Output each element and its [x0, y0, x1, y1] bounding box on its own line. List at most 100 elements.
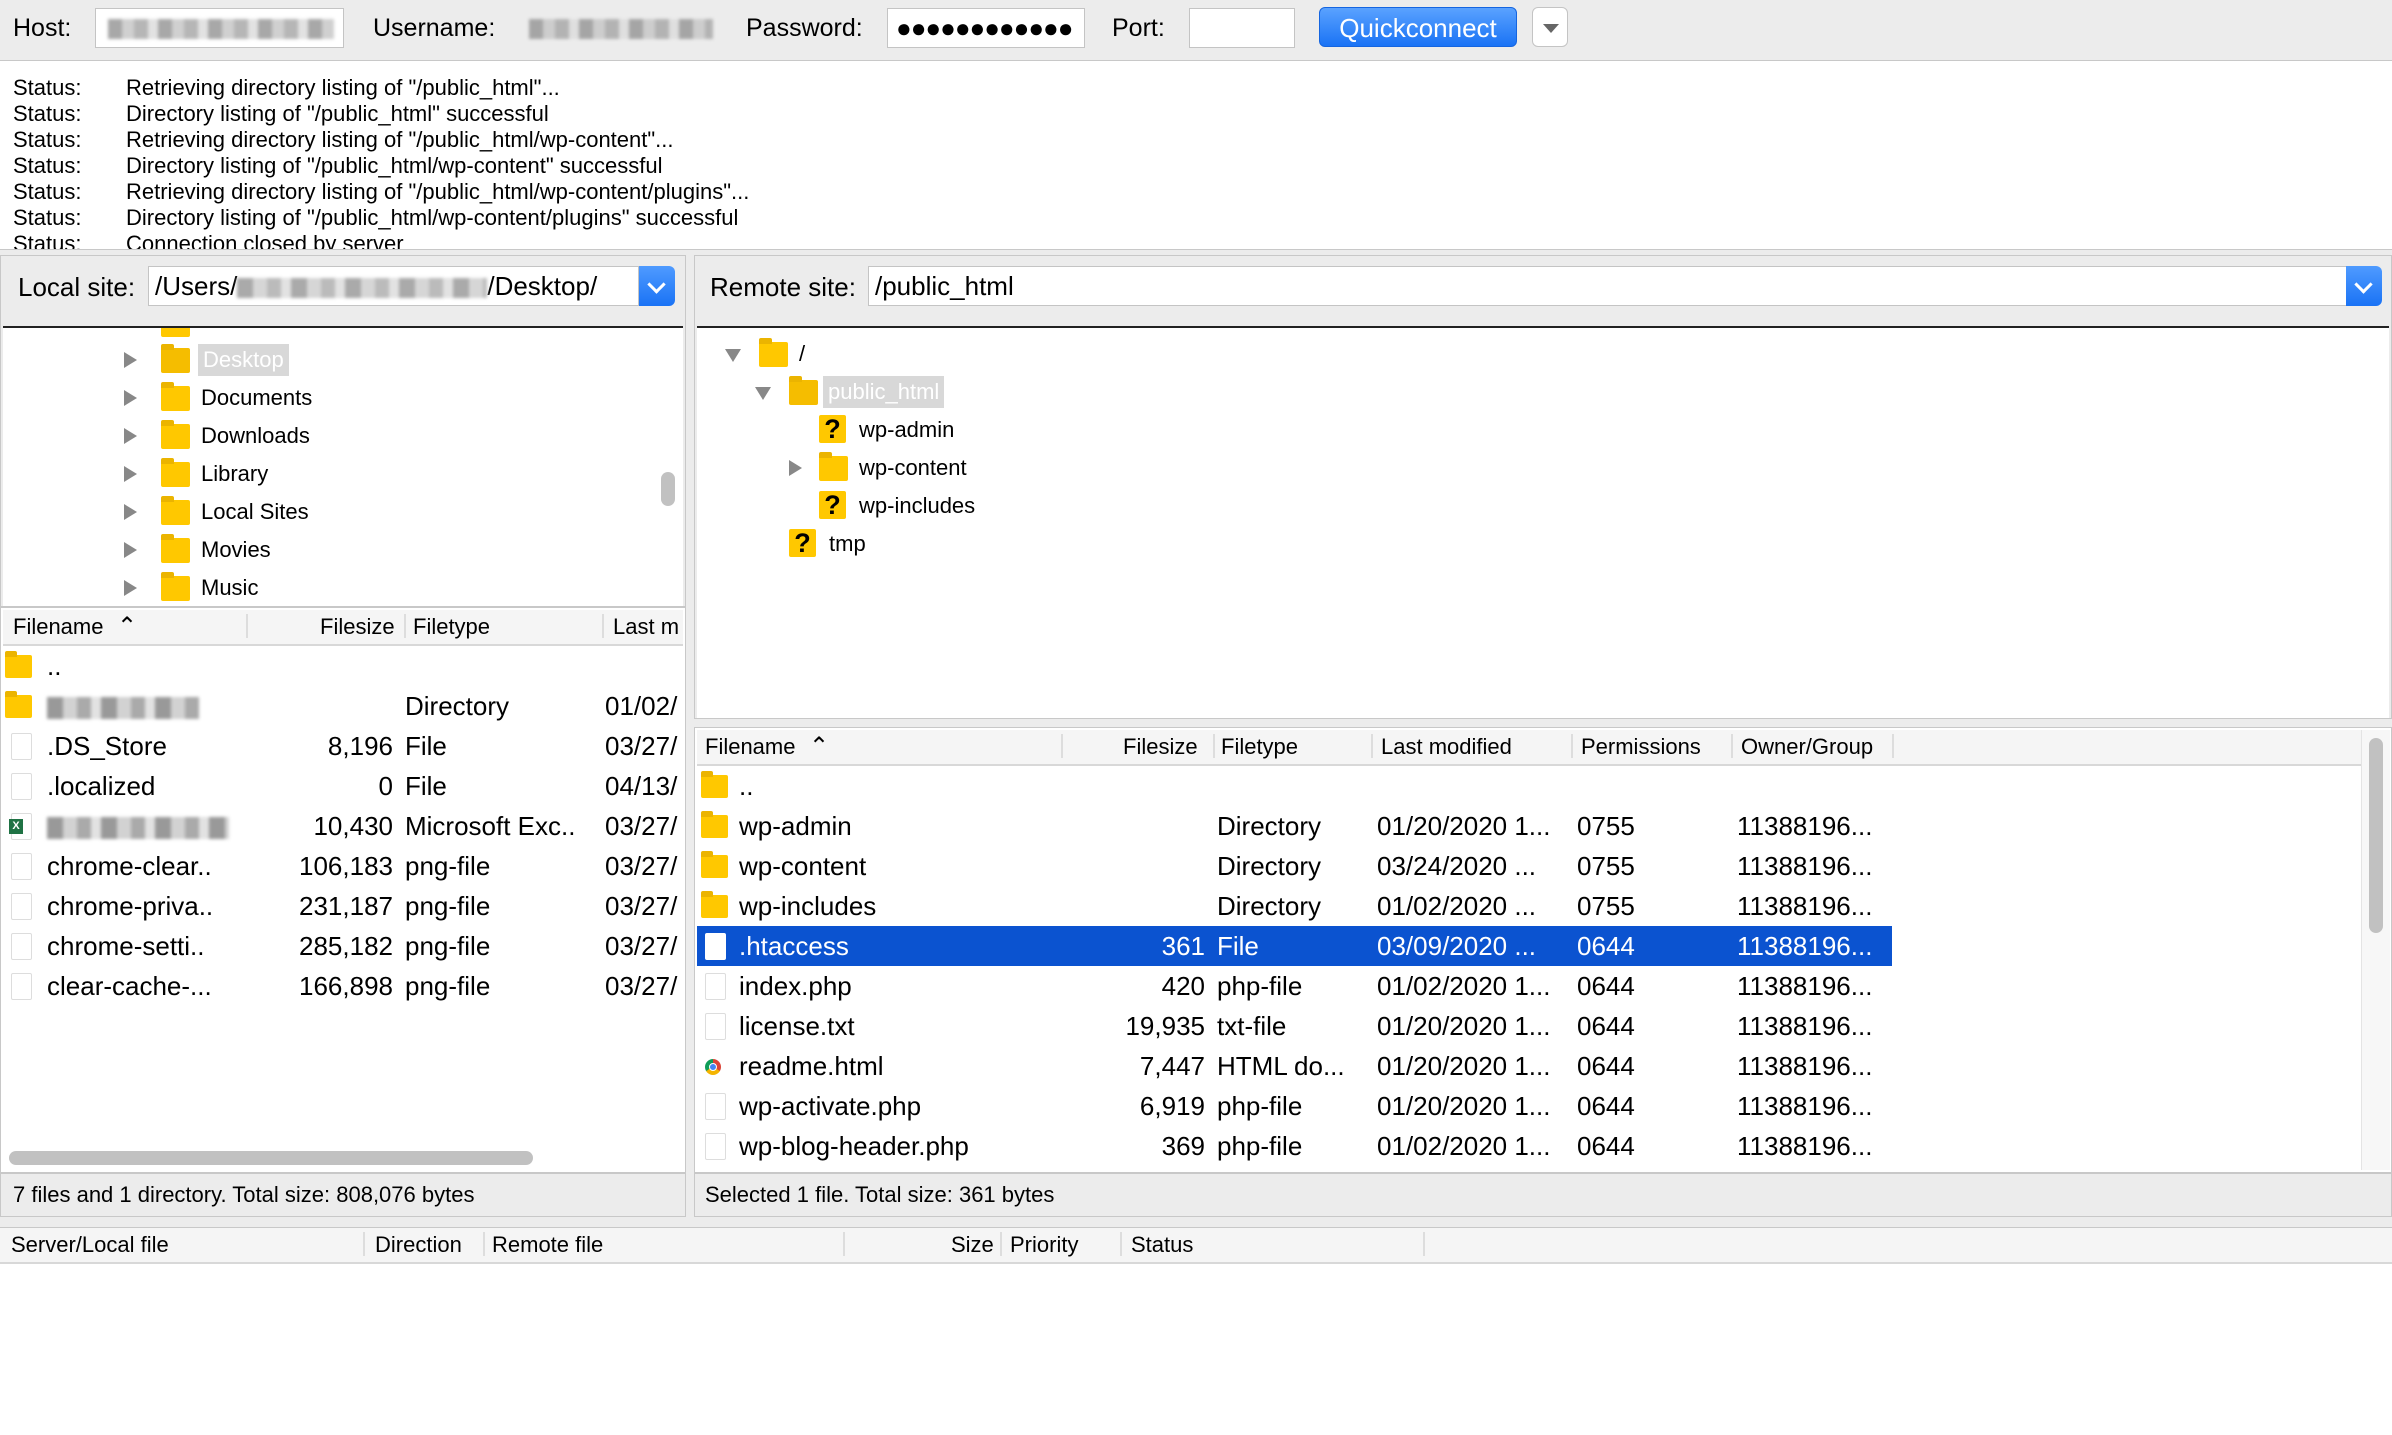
remote-file-row[interactable]: .htaccess 361 File 03/09/2020 ... 0644 113881… [697, 926, 1892, 966]
remote-list-scrollbar-track[interactable] [2361, 730, 2390, 1170]
col-server-local-file[interactable]: Server/Local file [11, 1232, 169, 1258]
local-tree-item[interactable]: Downloads [3, 418, 643, 454]
remote-tree-item[interactable]: ? tmp [697, 526, 1597, 562]
local-tree-scrollbar[interactable] [661, 472, 675, 506]
column-separator[interactable] [843, 1232, 845, 1256]
column-separator[interactable] [1061, 734, 1063, 758]
col-last-modified[interactable]: Last m [613, 614, 679, 640]
col-filesize[interactable]: Filesize [1123, 734, 1198, 760]
remote-tree-item[interactable]: public_html [697, 374, 1597, 410]
column-separator[interactable] [1571, 734, 1573, 758]
port-input[interactable] [1189, 8, 1295, 48]
local-tree-item[interactable]: Library [3, 456, 643, 492]
remote-file-row[interactable]: readme.html 7,447 HTML do... 01/20/2020 1..… [697, 1046, 2361, 1086]
col-filetype[interactable]: Filetype [413, 614, 490, 640]
filetype: txt-file [1217, 1011, 1287, 1041]
local-file-list[interactable]: Filename ⌃ Filesize Filetype Last m .. Di… [3, 610, 683, 1150]
local-file-row[interactable]: .localized 0 File 04/13/ [3, 766, 683, 806]
remote-tree-item[interactable]: wp-content [697, 450, 1597, 486]
column-separator[interactable] [483, 1232, 485, 1256]
remote-file-row[interactable]: wp-admin Directory 01/20/2020 1... 0755 1138… [697, 806, 2361, 846]
expand-arrow-icon[interactable] [124, 542, 137, 558]
remote-file-row[interactable]: index.php 420 php-file 01/02/2020 1... 0644 1… [697, 966, 2361, 1006]
expand-arrow-icon[interactable] [124, 390, 137, 406]
remote-file-row[interactable]: wp-blog-header.php 369 php-file 01/02/2020 … [697, 1126, 2361, 1166]
folder-icon [701, 811, 728, 838]
password-input[interactable]: ●●●●●●●●●●●● [887, 8, 1085, 48]
col-filesize[interactable]: Filesize [320, 614, 395, 640]
remote-file-row[interactable]: wp-activate.php 6,919 php-file 01/20/2020 1… [697, 1086, 2361, 1126]
col-status[interactable]: Status [1131, 1232, 1193, 1258]
message-log[interactable]: Status: Retrieving directory listing of "… [0, 61, 2392, 250]
column-separator[interactable] [246, 614, 248, 638]
remote-path-dropdown[interactable] [2346, 266, 2382, 306]
remote-file-row-partial[interactable] [697, 1166, 2361, 1170]
remote-tree-item[interactable]: ? wp-includes [697, 488, 1597, 524]
column-separator[interactable] [1423, 1232, 1425, 1256]
col-permissions[interactable]: Permissions [1581, 734, 1701, 760]
quickconnect-button[interactable]: Quickconnect [1319, 7, 1517, 47]
local-tree-item[interactable]: Music [3, 570, 643, 606]
host-input[interactable] [95, 8, 344, 48]
local-tree-item[interactable]: Documents [3, 380, 643, 416]
column-separator[interactable] [1371, 734, 1373, 758]
local-tree-item[interactable]: Local Sites [3, 494, 643, 530]
local-file-row[interactable]: .. [3, 646, 683, 686]
local-path-dropdown[interactable] [639, 266, 675, 306]
quickconnect-history-dropdown[interactable] [1532, 7, 1568, 47]
expand-arrow-icon[interactable] [124, 466, 137, 482]
local-file-row[interactable]: clear-cache-... 166,898 png-file 03/27/ [3, 966, 683, 1006]
username-input[interactable] [520, 8, 720, 48]
column-separator[interactable] [1120, 1232, 1122, 1256]
local-file-row[interactable]: chrome-setti.. 285,182 png-file 03/27/ [3, 926, 683, 966]
expand-arrow-icon[interactable] [789, 460, 802, 476]
column-separator[interactable] [1892, 734, 1894, 758]
col-remote-file[interactable]: Remote file [492, 1232, 603, 1258]
remote-path-input[interactable]: /public_html [868, 266, 2351, 306]
remote-directory-tree[interactable]: / public_html? wp-admin wp-content? wp-inclu… [697, 326, 2389, 718]
column-separator[interactable] [602, 614, 604, 638]
column-separator[interactable] [1731, 734, 1733, 758]
col-direction[interactable]: Direction [375, 1232, 462, 1258]
local-list-hscrollbar[interactable] [9, 1151, 533, 1165]
remote-list-scrollbar[interactable] [2369, 738, 2383, 933]
remote-tree-item[interactable]: / [697, 336, 1597, 372]
local-file-row[interactable]: Directory 01/02/ [3, 686, 683, 726]
local-directory-tree[interactable]: Desktop Documents Downloads Library Local Si… [3, 326, 683, 606]
column-separator[interactable] [1000, 1232, 1002, 1256]
column-separator[interactable] [404, 614, 406, 638]
col-filename[interactable]: Filename [705, 734, 795, 760]
col-filetype[interactable]: Filetype [1221, 734, 1298, 760]
col-owner-group[interactable]: Owner/Group [1741, 734, 1873, 760]
local-path-input[interactable]: /Users/ /Desktop/ [148, 266, 639, 306]
local-file-row[interactable]: 10,430 Microsoft Exc.. 03/27/ [3, 806, 683, 846]
col-priority[interactable]: Priority [1010, 1232, 1078, 1258]
expand-arrow-icon[interactable] [124, 352, 137, 368]
remote-file-row[interactable]: wp-includes Directory 01/02/2020 ... 0755 11… [697, 886, 2361, 926]
local-file-row[interactable]: .DS_Store 8,196 File 03/27/ [3, 726, 683, 766]
expand-arrow-icon[interactable] [124, 580, 137, 596]
local-file-row[interactable]: chrome-clear.. 106,183 png-file 03/27/ [3, 846, 683, 886]
filename: chrome-setti.. [47, 931, 205, 961]
local-tree-item[interactable]: Desktop [3, 342, 643, 378]
folder-icon [701, 771, 728, 798]
col-last-modified[interactable]: Last modified [1381, 734, 1512, 760]
transfer-queue[interactable]: Server/Local file Direction Remote file … [0, 1227, 2392, 1435]
remote-file-row[interactable]: .. [697, 766, 2361, 806]
col-filename[interactable]: Filename [13, 614, 103, 640]
remote-file-list[interactable]: Filename ⌃ Filesize Filetype Last modifi… [697, 730, 2361, 1170]
collapse-arrow-icon[interactable] [755, 387, 771, 400]
local-file-row[interactable]: chrome-priva.. 231,187 png-file 03/27/ [3, 886, 683, 926]
filesize: 106,183 [299, 851, 393, 881]
expand-arrow-icon[interactable] [124, 428, 137, 444]
local-tree-item[interactable]: Movies [3, 532, 643, 568]
expand-arrow-icon[interactable] [124, 504, 137, 520]
remote-file-row[interactable]: wp-content Directory 03/24/2020 ... 0755 113… [697, 846, 2361, 886]
collapse-arrow-icon[interactable] [725, 349, 741, 362]
col-size[interactable]: Size [951, 1232, 994, 1258]
column-separator[interactable] [1213, 734, 1215, 758]
column-separator[interactable] [363, 1232, 365, 1256]
remote-file-row[interactable]: license.txt 19,935 txt-file 01/20/2020 1...… [697, 1006, 2361, 1046]
remote-tree-item[interactable]: ? wp-admin [697, 412, 1597, 448]
last-modified: 03/27/ [605, 811, 678, 841]
